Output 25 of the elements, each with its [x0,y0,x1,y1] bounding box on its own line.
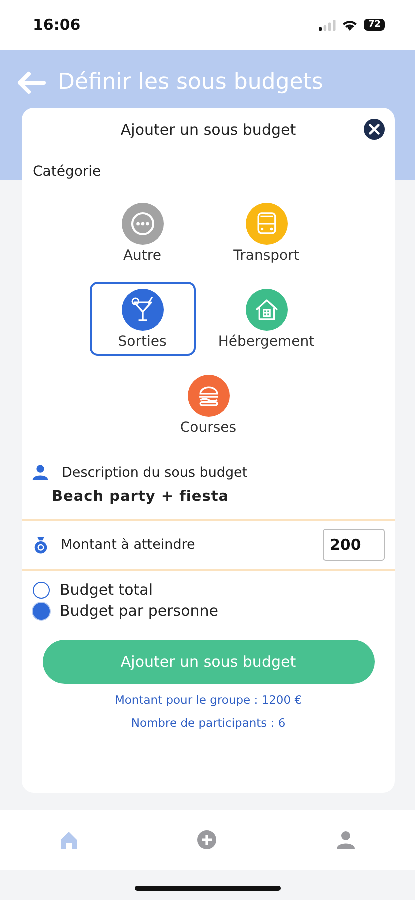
person-icon [32,464,49,481]
status-time: 16:06 [33,16,81,34]
category-option[interactable]: Sorties [90,282,196,356]
profile-icon [336,830,356,850]
battery-indicator: 72 [364,19,385,31]
back-arrow-icon [16,70,46,94]
section-label: Catégorie [32,163,102,180]
page-title: Définir les sous budgets [58,70,324,95]
option-label: Budget par personne [60,602,219,620]
field-label: Description du sous budget [62,464,248,480]
signal-icon [319,20,336,30]
summary-text: Montant pour le groupe : 1200 € [114,693,304,707]
radio-button[interactable] [33,582,50,598]
option-label: Budget total [60,581,154,599]
input-field[interactable]: 200 [323,529,385,561]
modal-title: Ajouter un sous budget [120,121,296,139]
close-icon [364,119,385,140]
field-label: Montant à atteindre [61,537,196,553]
radio-button[interactable] [33,602,50,620]
close-button[interactable] [364,119,385,140]
home-icon [59,830,80,850]
plus-icon [197,830,218,850]
wifi-icon [342,19,358,31]
money-bag-icon [34,536,48,554]
summary-text: Nombre de participants : 6 [130,716,287,730]
